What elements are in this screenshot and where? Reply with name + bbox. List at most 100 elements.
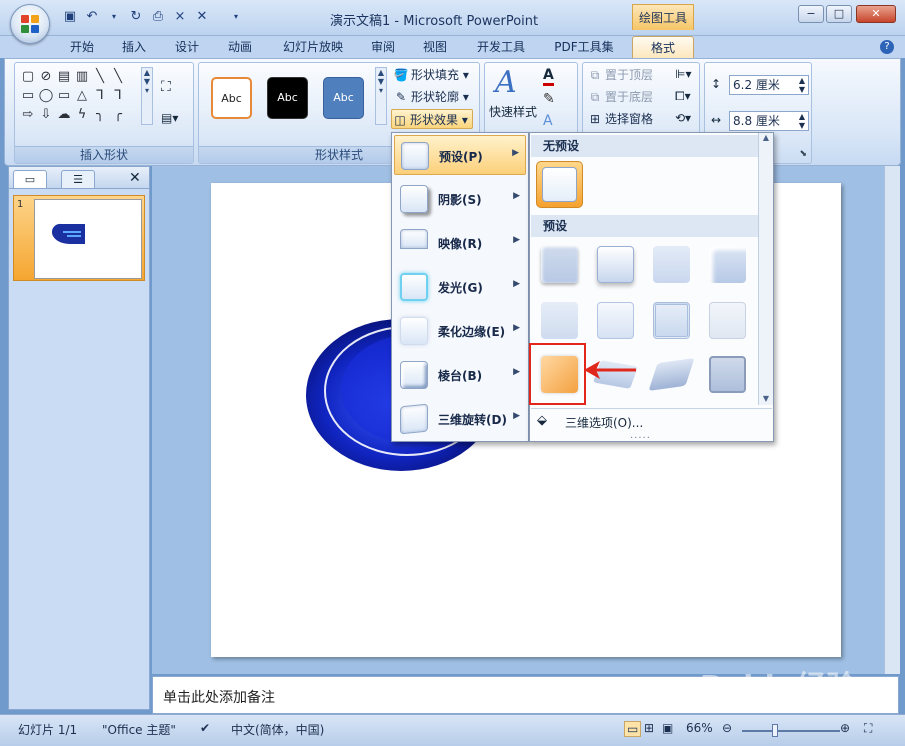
dropdown-icon[interactable]: ▾	[106, 9, 122, 25]
shape-gallery[interactable]: ▢ ⊘ ▤ ▥ ╲ ╲ ▭ ◯ ▭ △ ⅂ ⅂ ⇨ ⇩ ☁ ϟ ╮ ╭	[19, 67, 147, 124]
menu-item-shadow[interactable]: 阴影(S) ▶	[394, 179, 526, 219]
notes-pane[interactable]: 单击此处添加备注	[152, 676, 899, 714]
scroll-up-icon[interactable]: ▲	[759, 133, 773, 142]
preset-12[interactable]	[704, 351, 751, 398]
tab-slides[interactable]: ▭	[13, 170, 47, 188]
shape-textbox-icon[interactable]: ▤	[55, 67, 73, 86]
style-preset-black[interactable]: Abc	[267, 77, 308, 119]
office-button[interactable]	[10, 4, 50, 44]
tab-review[interactable]: 审阅	[361, 36, 405, 58]
shape-fill-button[interactable]: 🪣 形状填充 ▾	[393, 65, 469, 85]
style-preset-orange-outline[interactable]: Abc	[211, 77, 252, 119]
tab-format[interactable]: 格式	[632, 36, 694, 58]
close-pane-icon[interactable]: ✕	[129, 170, 141, 186]
shape-elbow-arrow-icon[interactable]: ⅂	[109, 86, 127, 105]
shape-triangle-icon[interactable]: △	[73, 86, 91, 105]
preset-8[interactable]	[704, 297, 751, 344]
preset-5[interactable]	[536, 297, 583, 344]
shape-arrow-line-icon[interactable]: ╲	[109, 67, 127, 86]
shape-arc-icon[interactable]: ╭	[109, 105, 127, 124]
size-dialog-launcher-icon[interactable]: ⬊	[799, 149, 807, 159]
shape-elbow-connector-icon[interactable]: ⅂	[91, 86, 109, 105]
spellcheck-icon[interactable]: ✔	[200, 721, 210, 735]
tab-design[interactable]: 设计	[165, 36, 209, 58]
zoom-in-icon[interactable]: ⊕	[840, 721, 850, 735]
3d-options-item[interactable]: ⬙ 三维选项(O)...	[531, 408, 772, 432]
preset-11[interactable]	[648, 351, 695, 398]
edit-shape-icon[interactable]: ⛶	[161, 79, 171, 95]
shape-down-arrow-icon[interactable]: ⇩	[37, 105, 55, 124]
shape-round-rect-icon[interactable]: ▭	[55, 86, 73, 105]
zoom-level[interactable]: 66%	[686, 721, 713, 735]
preset-7[interactable]	[648, 297, 695, 344]
menu-item-3d-rotation[interactable]: 三维旋转(D) ▶	[394, 399, 526, 439]
tab-slideshow[interactable]: 幻灯片放映	[277, 36, 349, 58]
shape-oval-icon[interactable]: ◯	[37, 86, 55, 105]
customize-qat-icon[interactable]: ▾	[228, 9, 244, 25]
slide-thumbnail-item[interactable]: 1	[13, 195, 145, 281]
menu-item-bevel[interactable]: 棱台(B) ▶	[394, 355, 526, 395]
menu-item-glow[interactable]: 发光(G) ▶	[394, 267, 526, 307]
shape-rectangle-icon[interactable]: ▭	[19, 86, 37, 105]
tab-home[interactable]: 开始	[60, 36, 104, 58]
preset-3[interactable]	[648, 241, 695, 288]
bring-to-front-button[interactable]: ⧉ 置于顶层	[587, 65, 653, 85]
close-button[interactable]: ✕	[856, 5, 896, 23]
help-icon[interactable]: ?	[880, 40, 894, 54]
send-to-back-button[interactable]: ⧉ 置于底层	[587, 87, 653, 107]
shape-no-symbol-icon[interactable]: ⊘	[37, 67, 55, 86]
undo-icon[interactable]: ↶	[84, 9, 100, 25]
fit-window-icon[interactable]: ⛶	[864, 721, 872, 736]
text-fill-icon[interactable]: A	[543, 67, 554, 86]
slideshow-view-icon[interactable]: ▣	[662, 721, 673, 735]
tab-insert[interactable]: 插入	[112, 36, 156, 58]
width-field[interactable]: 8.8 厘米 ▲ ▼	[729, 111, 809, 131]
tab-view[interactable]: 视图	[413, 36, 457, 58]
quick-styles-icon[interactable]: A	[495, 65, 517, 100]
tab-developer[interactable]: 开发工具	[469, 36, 533, 58]
minimize-button[interactable]: −	[798, 5, 824, 23]
preset-2[interactable]	[592, 241, 639, 288]
zoom-out-icon[interactable]: ⊖	[722, 721, 732, 735]
shape-cloud-icon[interactable]: ☁	[55, 105, 73, 124]
normal-view-icon[interactable]: ▭	[624, 721, 642, 737]
selection-pane-button[interactable]: ⊞ 选择窗格	[587, 109, 653, 129]
x-icon[interactable]: ×	[172, 9, 188, 25]
shape-outline-button[interactable]: ✎ 形状轮廓 ▾	[393, 87, 469, 107]
print-preview-icon[interactable]: ⎙	[150, 9, 166, 25]
shape-curve-icon[interactable]: ╮	[91, 105, 109, 124]
shape-line-icon[interactable]: ╲	[91, 67, 109, 86]
zoom-slider-thumb[interactable]	[772, 724, 778, 737]
shape-right-arrow-icon[interactable]: ⇨	[19, 105, 37, 124]
scroll-down-icon[interactable]: ▼	[759, 394, 773, 403]
style-gallery-scroll[interactable]: ▲ ▼ ▾	[375, 67, 387, 125]
sorter-view-icon[interactable]: ⊞	[644, 721, 654, 735]
textbox-icon[interactable]: ▤▾	[161, 111, 178, 125]
preset-6[interactable]	[592, 297, 639, 344]
text-outline-icon[interactable]: ✎	[543, 91, 555, 107]
style-preset-blue[interactable]: Abc	[323, 77, 364, 119]
menu-item-reflection[interactable]: 映像(R) ▶	[394, 223, 526, 263]
shape-effects-button[interactable]: ◫ 形状效果 ▾	[391, 109, 473, 129]
save-icon[interactable]: ▣	[62, 9, 78, 25]
gallery-scrollbar[interactable]: ▲ ▼	[758, 133, 773, 405]
vertical-scrollbar[interactable]	[884, 166, 900, 674]
close-small-icon[interactable]: ✕	[194, 9, 210, 25]
preset-1[interactable]	[536, 241, 583, 288]
shape-lightning-icon[interactable]: ϟ	[73, 105, 91, 124]
redo-icon[interactable]: ↻	[128, 9, 144, 25]
menu-item-soft-edges[interactable]: 柔化边缘(E) ▶	[394, 311, 526, 351]
tab-animation[interactable]: 动画	[218, 36, 262, 58]
preset-none[interactable]	[536, 161, 583, 208]
rotate-icon[interactable]: ⟲▾	[675, 111, 691, 125]
menu-item-preset[interactable]: 预设(P) ▶	[394, 135, 526, 175]
shape-vertical-textbox-icon[interactable]: ▥	[73, 67, 91, 86]
quick-styles-button[interactable]: 快速样式	[489, 103, 537, 120]
align-icon[interactable]: ⊫▾	[675, 67, 691, 81]
tab-outline[interactable]: ☰	[61, 170, 95, 188]
height-field[interactable]: 6.2 厘米 ▲ ▼	[729, 75, 809, 95]
tab-pdf-tools[interactable]: PDF工具集	[547, 36, 621, 58]
text-effects-icon[interactable]: A	[543, 113, 553, 129]
group-objects-icon[interactable]: ⧠▾	[675, 89, 691, 104]
maximize-button[interactable]: □	[826, 5, 852, 23]
